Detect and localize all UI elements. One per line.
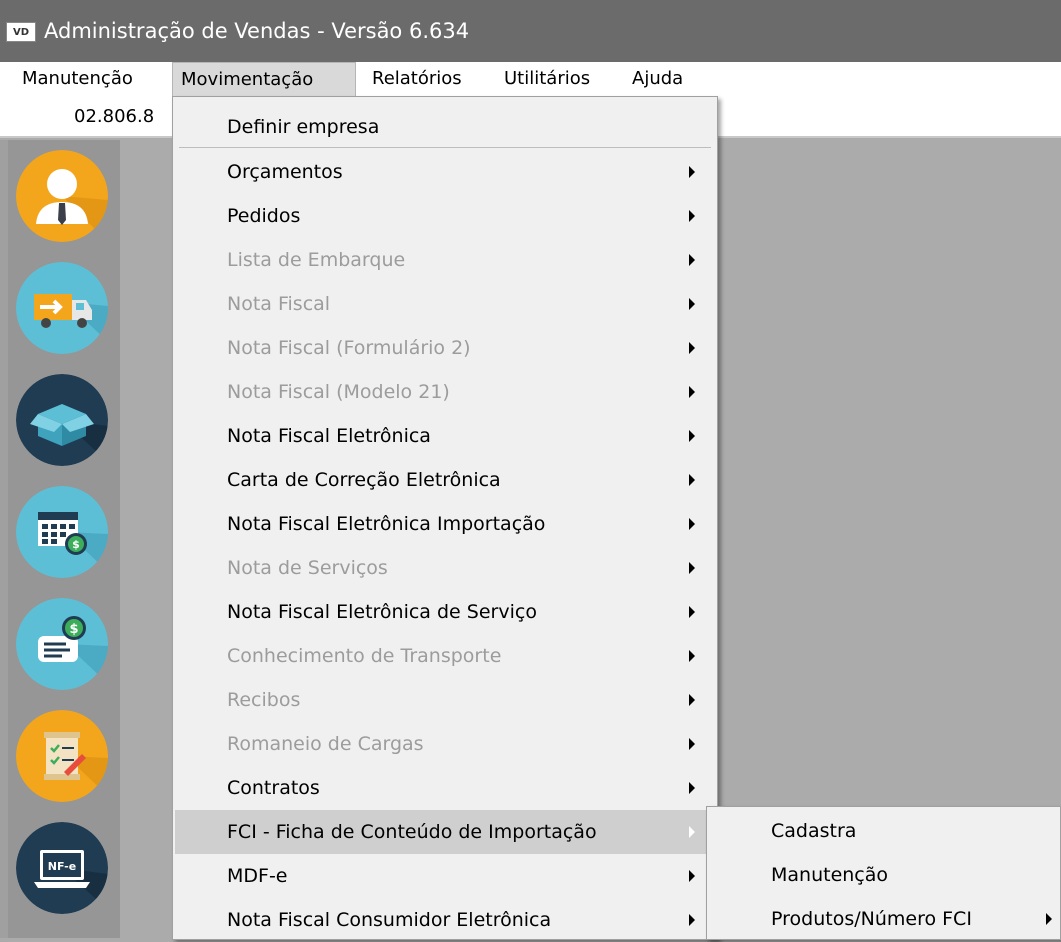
menu-manutencao[interactable]: Manutenção <box>14 62 141 98</box>
submenu-arrow-icon <box>1046 913 1052 925</box>
submenu-arrow-icon <box>689 650 695 662</box>
menu-ajuda[interactable]: Ajuda <box>624 62 691 98</box>
submenu-arrow-icon <box>689 782 695 794</box>
submenu-arrow-icon <box>689 870 695 882</box>
menu-item-nota-fiscal[interactable]: Nota Fiscal <box>175 282 715 326</box>
menu-item-recibos[interactable]: Recibos <box>175 678 715 722</box>
submenu-arrow-icon <box>689 914 695 926</box>
submenu-arrow-icon <box>689 738 695 750</box>
fci-submenu: Cadastra Manutenção Produtos/Número FCI <box>706 806 1061 940</box>
calendar-money-icon[interactable]: $ <box>16 486 108 578</box>
submenu-arrow-icon <box>689 210 695 222</box>
menu-item-nota-de-servicos[interactable]: Nota de Serviços <box>175 546 715 590</box>
menu-item-definir-empresa[interactable]: Definir empresa <box>175 105 715 149</box>
sidebar-strip <box>0 140 8 938</box>
submenu-arrow-icon <box>689 298 695 310</box>
app-icon: VD <box>6 22 36 42</box>
company-code: 02.806.8 <box>74 106 155 127</box>
svg-text:NF-e: NF-e <box>48 860 76 873</box>
menu-item-nfc-e[interactable]: Nota Fiscal Consumidor Eletrônica <box>175 898 715 942</box>
menu-item-nota-fiscal-formulario-2[interactable]: Nota Fiscal (Formulário 2) <box>175 326 715 370</box>
submenu-item-produtos-numero-fci[interactable]: Produtos/Número FCI <box>709 897 1058 941</box>
submenu-arrow-icon <box>689 518 695 530</box>
menu-item-romaneio-de-cargas[interactable]: Romaneio de Cargas <box>175 722 715 766</box>
sidebar: $ $ NF-e <box>0 140 120 938</box>
submenu-arrow-icon <box>689 562 695 574</box>
submenu-arrow-icon <box>689 166 695 178</box>
menu-item-nfe-importacao[interactable]: Nota Fiscal Eletrônica Importação <box>175 502 715 546</box>
menu-item-conhecimento-de-transporte[interactable]: Conhecimento de Transporte <box>175 634 715 678</box>
nfe-laptop-icon[interactable]: NF-e <box>16 822 108 914</box>
invoice-money-icon[interactable]: $ <box>16 598 108 690</box>
menu-movimentacao[interactable]: Movimentação <box>172 62 356 98</box>
submenu-arrow-icon <box>689 694 695 706</box>
menu-relatorios[interactable]: Relatórios <box>364 62 470 98</box>
box-icon[interactable] <box>16 374 108 466</box>
menu-item-fci[interactable]: FCI - Ficha de Conteúdo de Importação <box>175 810 715 854</box>
delivery-truck-icon[interactable] <box>16 262 108 354</box>
submenu-arrow-icon <box>689 342 695 354</box>
menu-bar: Manutenção Movimentação Relatórios Utili… <box>0 62 1061 98</box>
submenu-arrow-icon <box>689 386 695 398</box>
menu-item-lista-de-embarque[interactable]: Lista de Embarque <box>175 238 715 282</box>
menu-item-mdf-e[interactable]: MDF-e <box>175 854 715 898</box>
submenu-item-manutencao[interactable]: Manutenção <box>709 853 1058 897</box>
svg-text:$: $ <box>69 622 78 637</box>
menu-item-nota-fiscal-eletronica[interactable]: Nota Fiscal Eletrônica <box>175 414 715 458</box>
title-bar: VD Administração de Vendas - Versão 6.63… <box>0 0 1061 62</box>
menu-divider <box>179 147 711 148</box>
person-icon[interactable] <box>16 150 108 242</box>
window-title: Administração de Vendas - Versão 6.634 <box>44 19 470 43</box>
menu-item-nfe-de-servico[interactable]: Nota Fiscal Eletrônica de Serviço <box>175 590 715 634</box>
submenu-item-cadastra[interactable]: Cadastra <box>709 809 1058 853</box>
submenu-arrow-icon <box>689 254 695 266</box>
menu-item-contratos[interactable]: Contratos <box>175 766 715 810</box>
menu-item-nota-fiscal-modelo-21[interactable]: Nota Fiscal (Modelo 21) <box>175 370 715 414</box>
menu-item-carta-de-correcao[interactable]: Carta de Correção Eletrônica <box>175 458 715 502</box>
submenu-arrow-icon <box>689 474 695 486</box>
menu-item-orcamentos[interactable]: Orçamentos <box>175 150 715 194</box>
svg-text:$: $ <box>72 538 80 551</box>
submenu-arrow-icon <box>689 606 695 618</box>
checklist-icon[interactable] <box>16 710 108 802</box>
submenu-arrow-icon <box>689 826 695 838</box>
submenu-arrow-icon <box>689 430 695 442</box>
menu-item-pedidos[interactable]: Pedidos <box>175 194 715 238</box>
movimentacao-menu: Definir empresa Orçamentos Pedidos Lista… <box>172 96 718 940</box>
menu-utilitarios[interactable]: Utilitários <box>496 62 598 98</box>
